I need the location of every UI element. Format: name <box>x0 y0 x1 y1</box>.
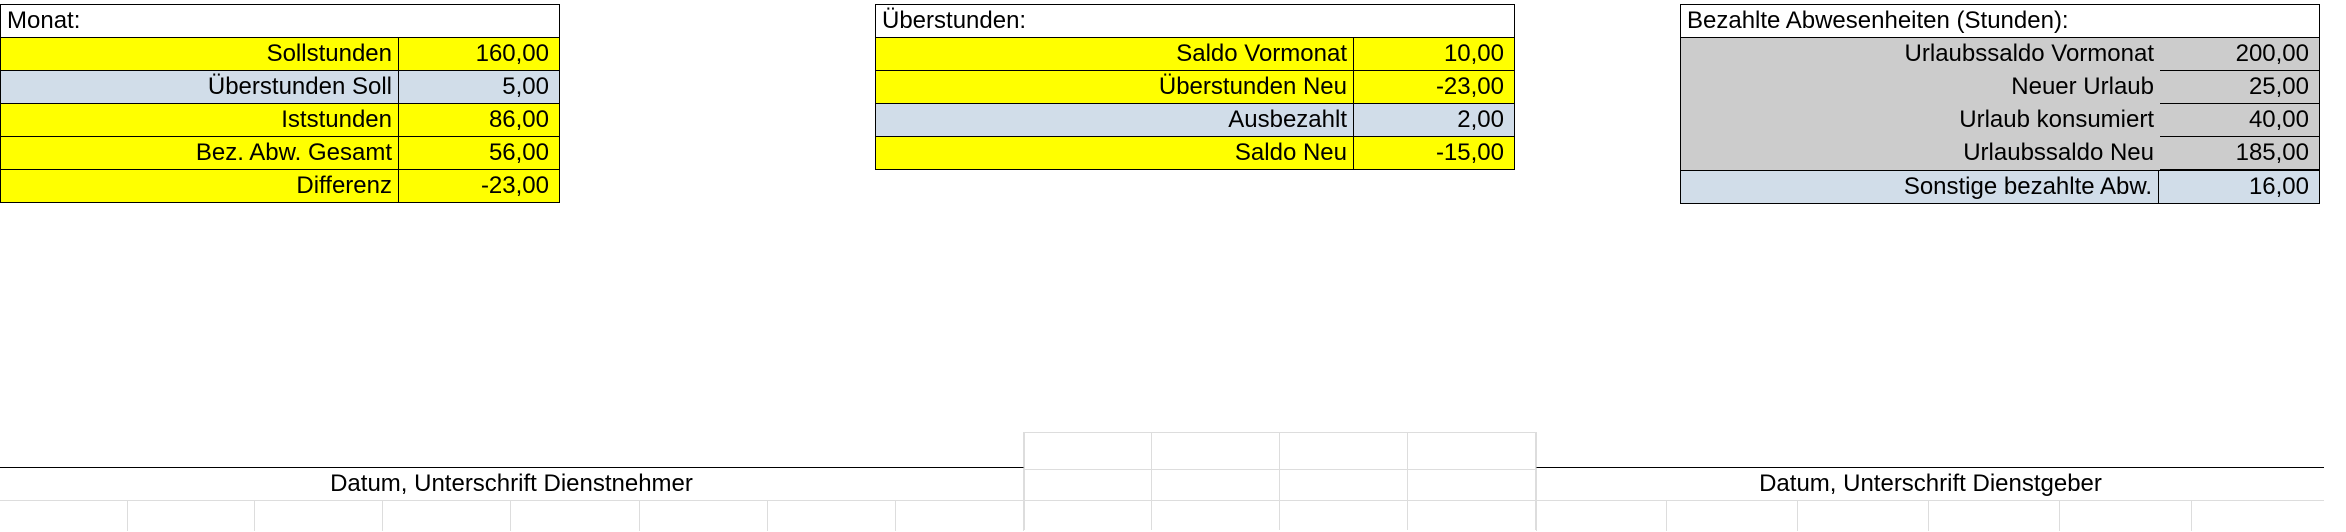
ueberstunden-header: Überstunden: <box>876 5 1514 38</box>
table-row: Überstunden Soll 5,00 <box>1 71 559 104</box>
table-row: Saldo Neu -15,00 <box>876 137 1514 169</box>
table-row: Urlaubssaldo Neu 185,00 <box>1681 137 2320 170</box>
table-row: Neuer Urlaub 25,00 <box>1681 71 2320 104</box>
page-container: Monat: Sollstunden 160,00 Überstunden So… <box>0 0 2346 532</box>
table-row: Urlaub konsumiert 40,00 <box>1681 104 2320 137</box>
monat-block: Monat: Sollstunden 160,00 Überstunden So… <box>0 4 560 203</box>
abwesenheiten-header: Bezahlte Abwesenheiten (Stunden): <box>1680 4 2320 37</box>
table-row: Saldo Vormonat 10,00 <box>876 38 1514 71</box>
table-row: Differenz -23,00 <box>1 170 559 202</box>
monat-header: Monat: <box>1 5 559 38</box>
table-row: Urlaubssaldo Vormonat 200,00 <box>1681 38 2320 71</box>
table-row: Sonstige bezahlte Abw. 16,00 <box>1681 170 2320 204</box>
abwesenheiten-block: Bezahlte Abwesenheiten (Stunden): Urlaub… <box>1680 4 2320 204</box>
signature-employer-area: Datum, Unterschrift Dienstgeber <box>1536 432 2324 531</box>
signature-employee-area: Datum, Unterschrift Dienstnehmer <box>0 432 1024 531</box>
grey-body: Urlaubssaldo Vormonat 200,00 Neuer Urlau… <box>1680 37 2320 204</box>
table-row: Iststunden 86,00 <box>1 104 559 137</box>
ueberstunden-block: Überstunden: Saldo Vormonat 10,00 Überst… <box>875 4 1515 170</box>
tick-row <box>0 501 1024 531</box>
middle-gap <box>1024 432 1536 530</box>
tick-row <box>1536 501 2324 531</box>
signature-employer-label: Datum, Unterschrift Dienstgeber <box>1536 468 2324 501</box>
table-row: Sollstunden 160,00 <box>1 38 559 71</box>
table-row: Ausbezahlt 2,00 <box>876 104 1514 137</box>
table-row: Bez. Abw. Gesamt 56,00 <box>1 137 559 170</box>
table-row: Überstunden Neu -23,00 <box>876 71 1514 104</box>
signature-employee-label: Datum, Unterschrift Dienstnehmer <box>0 468 1024 501</box>
